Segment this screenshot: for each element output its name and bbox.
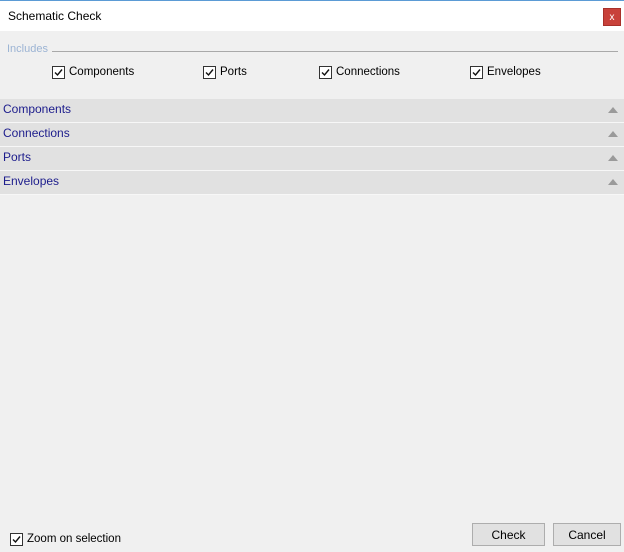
close-icon: x <box>609 12 615 23</box>
section-list: Components Connections Ports Envelopes <box>0 99 624 195</box>
section-label: Envelopes <box>3 174 60 188</box>
zoom-on-selection-label: Zoom on selection <box>27 533 121 545</box>
group-divider <box>52 51 618 52</box>
checkbox-checked-icon[interactable] <box>52 65 65 79</box>
title-bar[interactable]: Schematic Check x <box>0 1 624 31</box>
cancel-button[interactable]: Cancel <box>553 523 621 546</box>
checkbox-label: Connections <box>336 66 400 78</box>
chevron-up-icon[interactable] <box>608 179 618 185</box>
checkbox-checked-icon[interactable] <box>10 532 23 546</box>
chevron-up-icon[interactable] <box>608 107 618 113</box>
section-label: Connections <box>3 126 70 140</box>
includes-group: Includes Components Ports Connections En <box>0 31 624 95</box>
checkbox-checked-icon[interactable] <box>470 65 483 79</box>
checkbox-label: Components <box>69 66 135 78</box>
checkbox-checked-icon[interactable] <box>203 65 216 79</box>
checkbox-connections[interactable]: Connections <box>319 64 400 80</box>
checkbox-components[interactable]: Components <box>52 64 134 80</box>
section-components[interactable]: Components <box>0 99 624 123</box>
checkbox-ports[interactable]: Ports <box>203 64 247 80</box>
section-label: Ports <box>3 150 32 164</box>
checkbox-label: Ports <box>220 66 247 78</box>
section-ports[interactable]: Ports <box>0 147 624 171</box>
close-button[interactable]: x <box>603 8 621 26</box>
checkbox-label: Envelopes <box>487 66 541 78</box>
section-connections[interactable]: Connections <box>0 123 624 147</box>
chevron-up-icon[interactable] <box>608 155 618 161</box>
section-envelopes[interactable]: Envelopes <box>0 171 624 195</box>
section-label: Components <box>3 102 72 116</box>
includes-group-label: Includes <box>7 43 48 55</box>
checkbox-envelopes[interactable]: Envelopes <box>470 64 541 80</box>
checkbox-checked-icon[interactable] <box>319 65 332 79</box>
chevron-up-icon[interactable] <box>608 131 618 137</box>
zoom-on-selection-checkbox[interactable]: Zoom on selection <box>10 531 121 547</box>
window-title: Schematic Check <box>8 9 102 23</box>
schematic-check-dialog: Schematic Check x Includes Components Po… <box>0 0 624 552</box>
check-button[interactable]: Check <box>472 523 545 546</box>
